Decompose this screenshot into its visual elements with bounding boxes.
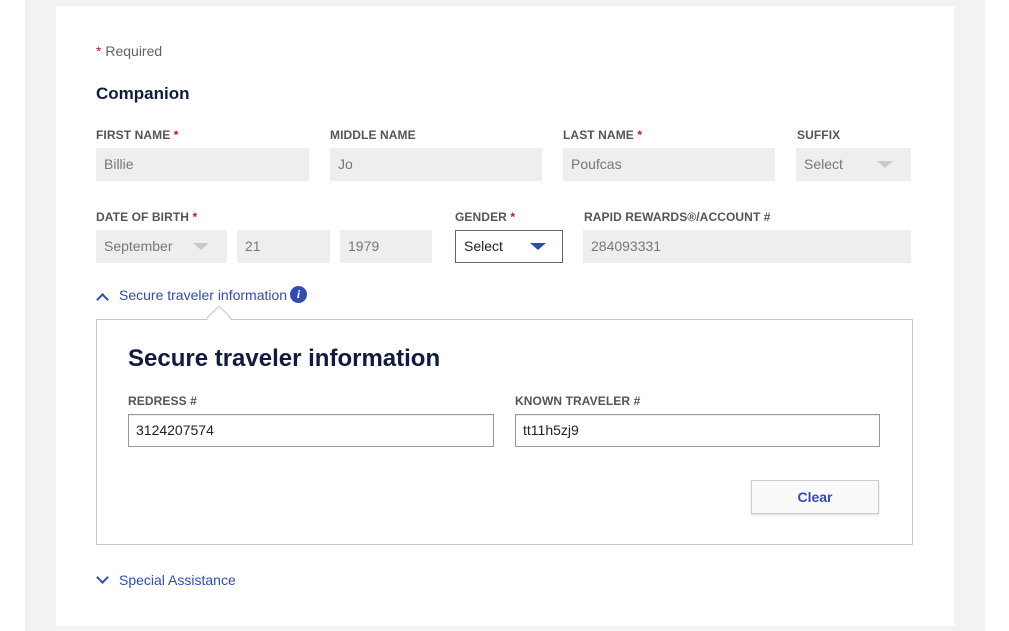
- suffix-label: SUFFIX: [797, 128, 841, 142]
- dob-day-value: 21: [245, 238, 261, 254]
- required-note: * Required: [96, 43, 162, 59]
- redress-value: 3124207574: [136, 422, 214, 438]
- panel-title: Secure traveler information: [128, 345, 441, 372]
- dob-month-value: September: [104, 238, 173, 254]
- clear-button[interactable]: Clear: [751, 480, 879, 514]
- rapid-rewards-field[interactable]: 284093331: [583, 230, 911, 263]
- known-traveler-value: tt11h5zj9: [523, 422, 579, 438]
- redress-input[interactable]: 3124207574: [128, 414, 494, 447]
- chevron-down-icon: [877, 161, 893, 168]
- dob-month-select[interactable]: September: [96, 230, 227, 263]
- dob-year-field[interactable]: 1979: [340, 230, 432, 263]
- required-label: Required: [105, 43, 163, 59]
- dob-year-value: 1979: [348, 238, 380, 254]
- first-name-label: FIRST NAME *: [96, 128, 179, 142]
- chevron-down-icon: [193, 243, 209, 250]
- middle-name-value: Jo: [338, 156, 353, 172]
- info-icon[interactable]: i: [290, 286, 307, 303]
- dob-day-field[interactable]: 21: [237, 230, 330, 263]
- first-name-value: Billie: [104, 156, 134, 172]
- redress-label: REDRESS #: [128, 394, 197, 408]
- section-title: Companion: [96, 84, 190, 103]
- gender-label: GENDER *: [455, 210, 516, 224]
- secure-traveler-toggle[interactable]: Secure traveler information: [119, 287, 287, 303]
- required-star: *: [96, 43, 102, 59]
- middle-name-field[interactable]: Jo: [330, 148, 542, 181]
- last-name-field[interactable]: Poufcas: [563, 148, 775, 181]
- middle-name-label: MIDDLE NAME: [330, 128, 416, 142]
- gender-value: Select: [464, 238, 503, 254]
- known-traveler-label: KNOWN TRAVELER #: [515, 394, 641, 408]
- known-traveler-input[interactable]: tt11h5zj9: [515, 414, 880, 447]
- date-of-birth-label: DATE OF BIRTH *: [96, 210, 198, 224]
- rapid-rewards-value: 284093331: [591, 238, 662, 254]
- last-name-value: Poufcas: [571, 156, 622, 172]
- suffix-select[interactable]: Select: [796, 148, 911, 181]
- chevron-down-icon: [530, 243, 546, 250]
- special-assistance-toggle[interactable]: Special Assistance: [119, 572, 236, 588]
- rapid-rewards-label: RAPID REWARDS®/ACCOUNT #: [584, 210, 771, 224]
- suffix-value: Select: [804, 156, 843, 172]
- last-name-label: LAST NAME *: [563, 128, 643, 142]
- gender-select[interactable]: Select: [455, 230, 563, 263]
- first-name-field[interactable]: Billie: [96, 148, 309, 181]
